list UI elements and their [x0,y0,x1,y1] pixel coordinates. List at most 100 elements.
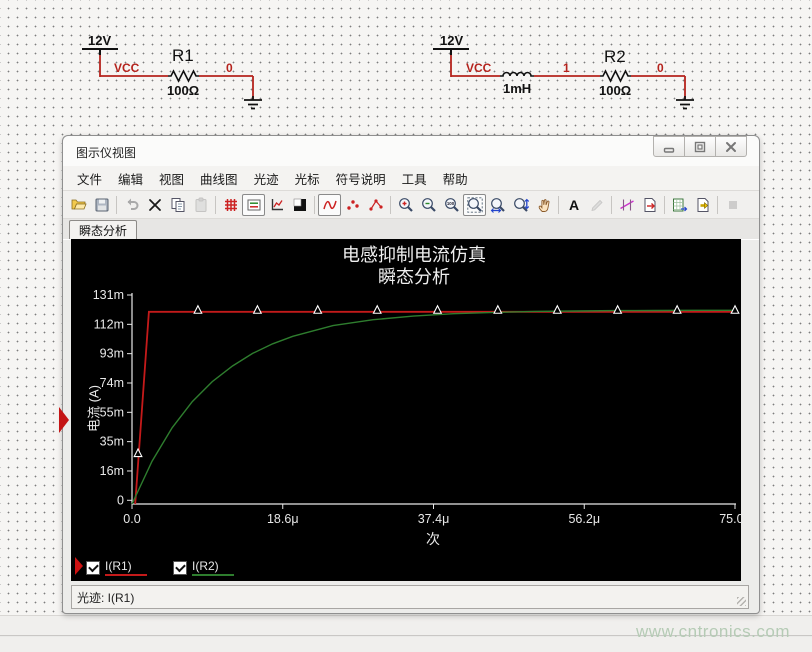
inductor-l1[interactable]: 1mH [500,73,534,97]
toolbar-separator [558,196,559,214]
menu-item-5[interactable]: 光标 [287,166,328,191]
resistor-r1[interactable]: R1 100Ω [167,46,199,98]
power-source-1[interactable]: 12V [82,33,118,55]
toolbar-invert-colors-button[interactable] [288,194,311,216]
toolbar-export-report-button[interactable] [691,194,714,216]
toolbar-stop-button[interactable] [721,194,744,216]
window-controls [653,136,747,157]
toolbar-annotate-button[interactable] [585,194,608,216]
resistor-ref-r2: R2 [604,47,626,66]
menu-item-8[interactable]: 帮助 [435,166,476,191]
toolbar-zoom-restore-button[interactable]: 100 [440,194,463,216]
axis-selector-arrow[interactable] [59,407,69,433]
trace-marker [194,306,202,314]
toolbar-zoom-out-button[interactable] [417,194,440,216]
toolbar-undo-button[interactable] [120,194,143,216]
toolbar-separator [664,196,665,214]
chart-area[interactable]: 电感抑制电流仿真 瞬态分析 131m112m93m74m55m35m16m0 0… [71,239,741,581]
wire[interactable] [199,76,253,99]
toolbar-zoom-x-button[interactable] [486,194,509,216]
zoom-out-icon [421,197,437,213]
toolbar-zoom-in-button[interactable] [394,194,417,216]
toolbar-paste-button[interactable] [189,194,212,216]
copy-icon [170,197,186,213]
toolbar-zoom-area-button[interactable] [463,194,486,216]
legend-checkbox-I(R1)[interactable] [86,561,100,575]
y-tick-label: 93m [100,347,124,361]
svg-text:100: 100 [446,201,454,206]
x-tick-label: 0.0 [123,512,140,526]
toolbar-separator [717,196,718,214]
traces [132,310,735,504]
delete-icon [147,197,163,213]
trace-I(R1)[interactable] [135,312,735,504]
legend-checkbox-I(R2)[interactable] [173,561,187,575]
toolbar-point-mode-button[interactable] [341,194,364,216]
toolbar-copy-button[interactable] [166,194,189,216]
resistor-value-r2: 100Ω [599,83,631,98]
schematic-workspace[interactable]: 12V VCC R1 100Ω 0 12V VCC 1mH [0,0,812,615]
toolbar-export-excel-button[interactable] [668,194,691,216]
legend-color-line [105,574,147,576]
toolbar-separator [390,196,391,214]
status-text: 光迹: I(R1) [72,589,134,606]
legend-label: I(R1) [105,560,147,572]
minimize-icon [661,139,677,155]
restore-button[interactable] [685,136,716,157]
zoom-x-icon [490,197,506,213]
line-mode-icon [322,197,338,213]
x-tick-label: 56.2μ [568,512,600,526]
zoom-in-icon [398,197,414,213]
selected-trace-arrow [75,557,83,575]
y-tick-label: 16m [100,464,124,478]
menu-item-1[interactable]: 编辑 [110,166,151,191]
legend-item-I(R2): I(R2) [173,560,234,576]
toolbar-show-grid-button[interactable] [219,194,242,216]
toolbar-graph-properties-button[interactable] [265,194,288,216]
close-button[interactable] [716,136,747,157]
y-axis-ticks: 131m112m93m74m55m35m16m0 [93,288,132,507]
menu-item-2[interactable]: 视图 [151,166,192,191]
screen: 12V VCC R1 100Ω 0 12V VCC 1mH [0,0,812,652]
menu-item-6[interactable]: 符号说明 [328,166,394,191]
show-cursors-icon [619,197,635,213]
toolbar-show-legend-button[interactable] [242,194,265,216]
menu-item-0[interactable]: 文件 [69,166,110,191]
save-icon [94,197,110,213]
toolbar-export-button[interactable] [638,194,661,216]
trace-marker [673,306,681,314]
toolbar-show-cursors-button[interactable] [615,194,638,216]
toolbar-line-mode-button[interactable] [318,194,341,216]
transient-analysis-chart[interactable]: 电感抑制电流仿真 瞬态分析 131m112m93m74m55m35m16m0 0… [71,239,741,581]
add-text-icon: A [566,197,582,213]
y-tick-label: 0 [117,493,124,507]
ground-symbol-1[interactable] [244,96,262,109]
trace-I(R2)[interactable] [132,310,735,504]
toolbar-zoom-y-button[interactable] [509,194,532,216]
wire[interactable] [631,76,685,99]
line-point-mode-icon [368,197,384,213]
toolbar-save-button[interactable] [90,194,113,216]
x-axis-ticks: 0.018.6μ37.4μ56.2μ75.0μ [123,504,741,526]
toolbar-line-point-mode-button[interactable] [364,194,387,216]
zoom-restore-icon: 100 [444,197,460,213]
menu-item-7[interactable]: 工具 [394,166,435,191]
ground-symbol-2[interactable] [676,96,694,109]
toolbar-separator [215,196,216,214]
toolbar-add-text-button[interactable]: A [562,194,585,216]
window-titlebar[interactable]: 图示仪视图 [63,136,759,167]
resize-grip[interactable] [737,597,746,606]
menu-item-4[interactable]: 光迹 [246,166,287,191]
resistor-r2[interactable]: R2 100Ω [599,47,631,98]
show-grid-icon [223,197,239,213]
trace-marker [254,306,262,314]
toolbar-delete-button[interactable] [143,194,166,216]
tab-transient-analysis[interactable]: 瞬态分析 [69,220,137,239]
minimize-button[interactable] [653,136,685,157]
point-mode-icon [345,197,361,213]
power-source-2[interactable]: 12V [433,33,469,55]
toolbar-open-button[interactable] [67,194,90,216]
menu-item-3[interactable]: 曲线图 [192,166,246,191]
toolbar-pan-button[interactable] [532,194,555,216]
svg-text:A: A [568,197,578,213]
